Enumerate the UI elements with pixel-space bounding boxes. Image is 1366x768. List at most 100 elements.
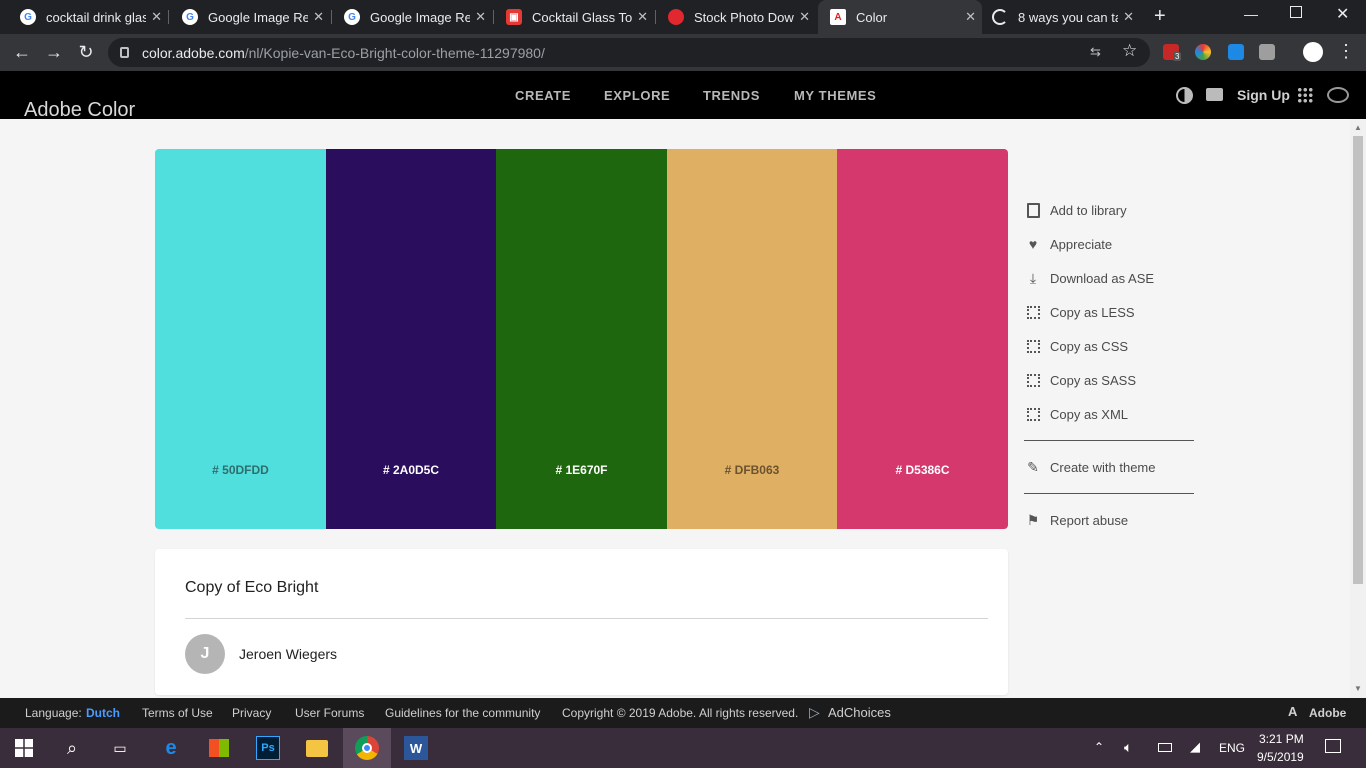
- browser-tab[interactable]: G Google Image Res ✕: [162, 0, 330, 34]
- clock-date[interactable]: 9/5/2019: [1257, 750, 1304, 764]
- scroll-up-icon[interactable]: ▲: [1354, 123, 1362, 132]
- browser-tab[interactable]: Stock Photo Down ✕: [648, 0, 816, 34]
- privacy-link[interactable]: Privacy: [232, 706, 271, 720]
- forums-link[interactable]: User Forums: [295, 706, 364, 720]
- restore-icon[interactable]: [1290, 6, 1302, 18]
- google-icon: G: [20, 9, 36, 25]
- notifications-icon[interactable]: [1325, 739, 1341, 753]
- brush-icon: ✎: [1027, 458, 1039, 475]
- adobe-link[interactable]: Adobe: [1309, 706, 1346, 720]
- close-window-icon[interactable]: ✕: [1336, 4, 1349, 24]
- browser-tab[interactable]: 8 ways you can tal ✕: [982, 0, 1140, 34]
- chat-icon[interactable]: [1206, 88, 1223, 101]
- swatch-hex: # DFB063: [724, 463, 780, 477]
- profile-avatar[interactable]: [1303, 42, 1323, 62]
- tray-chevron-icon[interactable]: ⌃: [1094, 740, 1104, 754]
- color-swatch[interactable]: # 2A0D5C: [326, 149, 496, 529]
- battery-icon[interactable]: [1158, 743, 1172, 752]
- color-palette: # 50DFDD # 2A0D5C # 1E670F # DFB063 # D5…: [155, 149, 1008, 529]
- copy-less-button[interactable]: Copy as LESS: [1024, 301, 1135, 323]
- theme-title: Copy of Eco Bright: [185, 579, 319, 596]
- divider: [185, 618, 988, 619]
- language-link[interactable]: Dutch: [86, 706, 120, 720]
- translate-icon[interactable]: ⇆: [1090, 44, 1101, 60]
- heart-icon: ♥: [1028, 236, 1038, 252]
- color-swatch[interactable]: # DFB063: [667, 149, 837, 529]
- tab-title: Google Image Res: [208, 9, 308, 25]
- share-extension-icon[interactable]: [1228, 44, 1244, 60]
- color-swatch[interactable]: # D5386C: [837, 149, 1008, 529]
- url-text: color.adobe.com/nl/Kopie-van-Eco-Bright-…: [142, 45, 545, 61]
- page-footer: Language: Dutch Terms of Use Privacy Use…: [0, 698, 1366, 728]
- chrome-taskbar-active[interactable]: [343, 728, 391, 768]
- minimize-icon[interactable]: —: [1244, 6, 1258, 22]
- terms-link[interactable]: Terms of Use: [142, 706, 213, 720]
- windows-start-icon[interactable]: [15, 739, 33, 757]
- apps-grid-icon[interactable]: [1297, 87, 1313, 103]
- address-bar[interactable]: color.adobe.com/nl/Kopie-van-Eco-Bright-…: [108, 38, 1150, 67]
- appreciate-button[interactable]: ♥ Appreciate: [1024, 233, 1112, 255]
- scroll-down-icon[interactable]: ▼: [1354, 684, 1362, 693]
- browser-tab[interactable]: ▣ Cocktail Glass Top ✕: [486, 0, 654, 34]
- language-indicator[interactable]: ENG: [1219, 741, 1245, 755]
- tab-title: cocktail drink glas: [46, 9, 146, 25]
- browser-tab[interactable]: G cocktail drink glas ✕: [0, 0, 168, 34]
- forward-icon[interactable]: →: [43, 42, 65, 62]
- adchoices-link[interactable]: AdChoices: [828, 705, 891, 720]
- tab-title: Cocktail Glass Top: [532, 9, 632, 25]
- nav-create[interactable]: CREATE: [515, 88, 571, 103]
- color-swatch[interactable]: # 50DFDD: [155, 149, 326, 529]
- download-ase-button[interactable]: ⤓ Download as ASE: [1024, 267, 1154, 289]
- page-scrollbar[interactable]: ▲ ▼: [1350, 119, 1366, 698]
- scrollbar-thumb[interactable]: [1353, 136, 1363, 584]
- nav-trends[interactable]: TRENDS: [703, 88, 760, 103]
- color-picker-extension-icon[interactable]: [1195, 44, 1211, 60]
- adblock-extension-icon[interactable]: 3: [1163, 44, 1182, 61]
- back-icon[interactable]: ←: [11, 42, 33, 62]
- author-name[interactable]: Jeroen Wiegers: [239, 646, 337, 662]
- copy-css-button[interactable]: Copy as CSS: [1024, 335, 1128, 357]
- copy-xml-button[interactable]: Copy as XML: [1024, 403, 1128, 425]
- file-explorer-icon[interactable]: [305, 736, 329, 760]
- action-label: Add to library: [1050, 202, 1127, 218]
- report-abuse-button[interactable]: ⚑ Report abuse: [1024, 509, 1128, 531]
- new-tab-icon[interactable]: +: [1154, 5, 1166, 28]
- search-icon[interactable]: ⌕: [60, 736, 84, 760]
- close-tab-icon[interactable]: ✕: [313, 9, 324, 25]
- browser-tab-strip: G cocktail drink glas ✕ G Google Image R…: [0, 0, 1366, 34]
- volume-icon[interactable]: 🔈︎: [1124, 739, 1132, 756]
- close-tab-icon[interactable]: ✕: [475, 9, 486, 25]
- photoshop-icon[interactable]: Ps: [256, 736, 280, 760]
- wifi-icon[interactable]: ◢: [1190, 739, 1200, 755]
- store-icon[interactable]: [207, 736, 231, 760]
- color-swatch[interactable]: # 1E670F: [496, 149, 667, 529]
- close-tab-icon[interactable]: ✕: [151, 9, 162, 25]
- clock-time[interactable]: 3:21 PM: [1259, 732, 1304, 746]
- create-with-theme-button[interactable]: ✎ Create with theme: [1024, 456, 1155, 478]
- theme-info-card: Copy of Eco Bright J Jeroen Wiegers: [155, 549, 1008, 695]
- nav-explore[interactable]: EXPLORE: [604, 88, 670, 103]
- nav-my-themes[interactable]: MY THEMES: [794, 88, 876, 103]
- touch-extension-icon[interactable]: [1259, 44, 1275, 60]
- close-tab-icon[interactable]: ✕: [799, 9, 810, 25]
- creative-cloud-icon[interactable]: [1327, 87, 1349, 103]
- author-avatar[interactable]: J: [185, 634, 225, 674]
- close-tab-icon[interactable]: ✕: [637, 9, 648, 25]
- close-tab-icon[interactable]: ✕: [1123, 9, 1134, 25]
- theme-toggle-icon[interactable]: [1176, 87, 1193, 104]
- browser-tab[interactable]: G Google Image Res ✕: [324, 0, 492, 34]
- copy-sass-button[interactable]: Copy as SASS: [1024, 369, 1136, 391]
- guidelines-link[interactable]: Guidelines for the community: [385, 706, 540, 720]
- add-to-library-button[interactable]: Add to library: [1024, 199, 1127, 221]
- brand-logo[interactable]: Adobe Color: [24, 99, 135, 122]
- word-icon[interactable]: W: [404, 736, 428, 760]
- reload-icon[interactable]: ↻: [75, 42, 97, 62]
- edge-icon[interactable]: e: [159, 736, 183, 760]
- task-view-icon[interactable]: ▭: [108, 736, 132, 760]
- signup-link[interactable]: Sign Up: [1237, 87, 1290, 103]
- menu-kebab-icon[interactable]: ⋮: [1337, 42, 1355, 60]
- browser-tab-active[interactable]: A Color ✕: [818, 0, 982, 34]
- bookmark-star-icon[interactable]: ☆: [1122, 41, 1137, 61]
- browser-toolbar: ← → ↻ color.adobe.com/nl/Kopie-van-Eco-B…: [0, 34, 1366, 71]
- close-tab-icon[interactable]: ✕: [965, 9, 976, 25]
